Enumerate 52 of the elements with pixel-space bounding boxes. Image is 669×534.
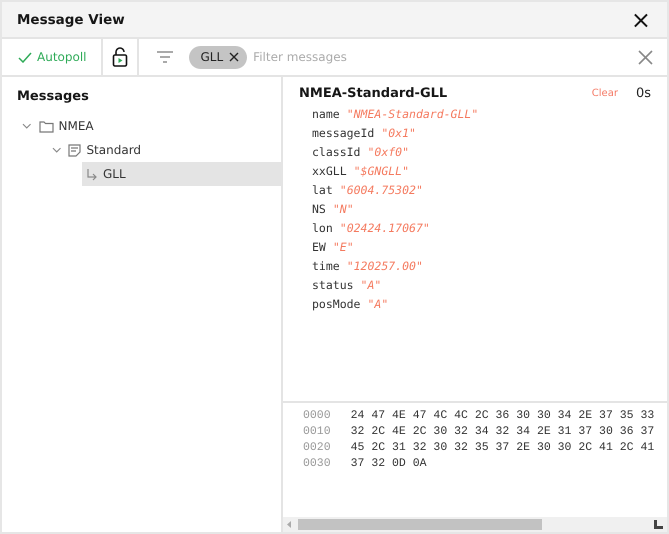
field-value: "A" <box>367 296 388 313</box>
resize-grip-icon[interactable] <box>654 520 663 529</box>
field-name: messageId <box>312 125 374 142</box>
field-value: "A" <box>360 277 382 294</box>
hex-bytes: 45 2C 31 32 30 32 35 37 2E 30 30 2C 41 2C 41 <box>350 440 654 456</box>
chevron-down-icon[interactable] <box>22 122 32 130</box>
folder-icon <box>38 120 54 132</box>
field-value: "NMEA-Standard-GLL" <box>346 106 478 123</box>
field-name: posMode <box>312 296 360 313</box>
close-button[interactable]: × <box>628 10 653 30</box>
tree-item[interactable]: GLL <box>82 162 281 186</box>
window-title: Message View <box>17 12 125 28</box>
hex-offset: 0030 <box>303 456 331 472</box>
field-name: EW <box>312 239 326 256</box>
scroll-left-icon[interactable] <box>287 521 292 528</box>
field-name: xxGLL <box>312 163 347 180</box>
message-age: 0s <box>636 86 651 101</box>
field-value: "E" <box>332 239 354 256</box>
field-value: "120257.00" <box>346 258 423 275</box>
sidebar-title: Messages <box>17 89 90 104</box>
field-name: time <box>312 258 340 275</box>
corner-arrow-icon <box>86 168 98 180</box>
hex-offset: 0020 <box>303 440 331 456</box>
document-icon <box>68 144 82 156</box>
hex-offset: 0010 <box>303 424 331 440</box>
field-name: lat <box>312 182 333 199</box>
field-value: "N" <box>332 201 354 218</box>
field-name: NS <box>312 201 326 218</box>
hex-bytes: 37 32 0D 0A <box>350 456 427 472</box>
unlock-icon <box>112 47 128 67</box>
field-value: "0xf0" <box>367 144 410 161</box>
field-name: name <box>312 106 340 123</box>
clear-icon[interactable] <box>638 50 653 64</box>
chevron-down-icon[interactable] <box>52 146 62 154</box>
field-name: classId <box>312 144 360 161</box>
field-value: "$GNGLL" <box>354 163 410 180</box>
check-icon <box>18 52 32 62</box>
hex-bytes: 24 47 4E 47 4C 4C 2C 36 30 30 34 2E 37 35 33 <box>350 408 654 424</box>
tree-item[interactable]: Standard <box>64 138 281 162</box>
field-value: "0x1" <box>381 125 416 142</box>
filter-chip[interactable]: GLL <box>188 46 248 68</box>
field-name: lon <box>312 220 333 237</box>
field-value: "02424.17067" <box>340 220 430 237</box>
field-name: status <box>312 277 354 294</box>
scrollbar-thumb[interactable] <box>298 519 542 530</box>
hex-offset: 0000 <box>303 408 331 424</box>
close-icon[interactable] <box>229 52 240 62</box>
field-value: "6004.75302" <box>340 182 423 199</box>
filter-icon <box>156 51 172 63</box>
hex-bytes: 32 2C 4E 2C 30 32 34 32 34 2E 31 37 30 36 37 <box>350 424 654 440</box>
tree-item[interactable]: NMEA <box>34 114 281 138</box>
message-title: NMEA-Standard-GLL <box>299 86 448 101</box>
